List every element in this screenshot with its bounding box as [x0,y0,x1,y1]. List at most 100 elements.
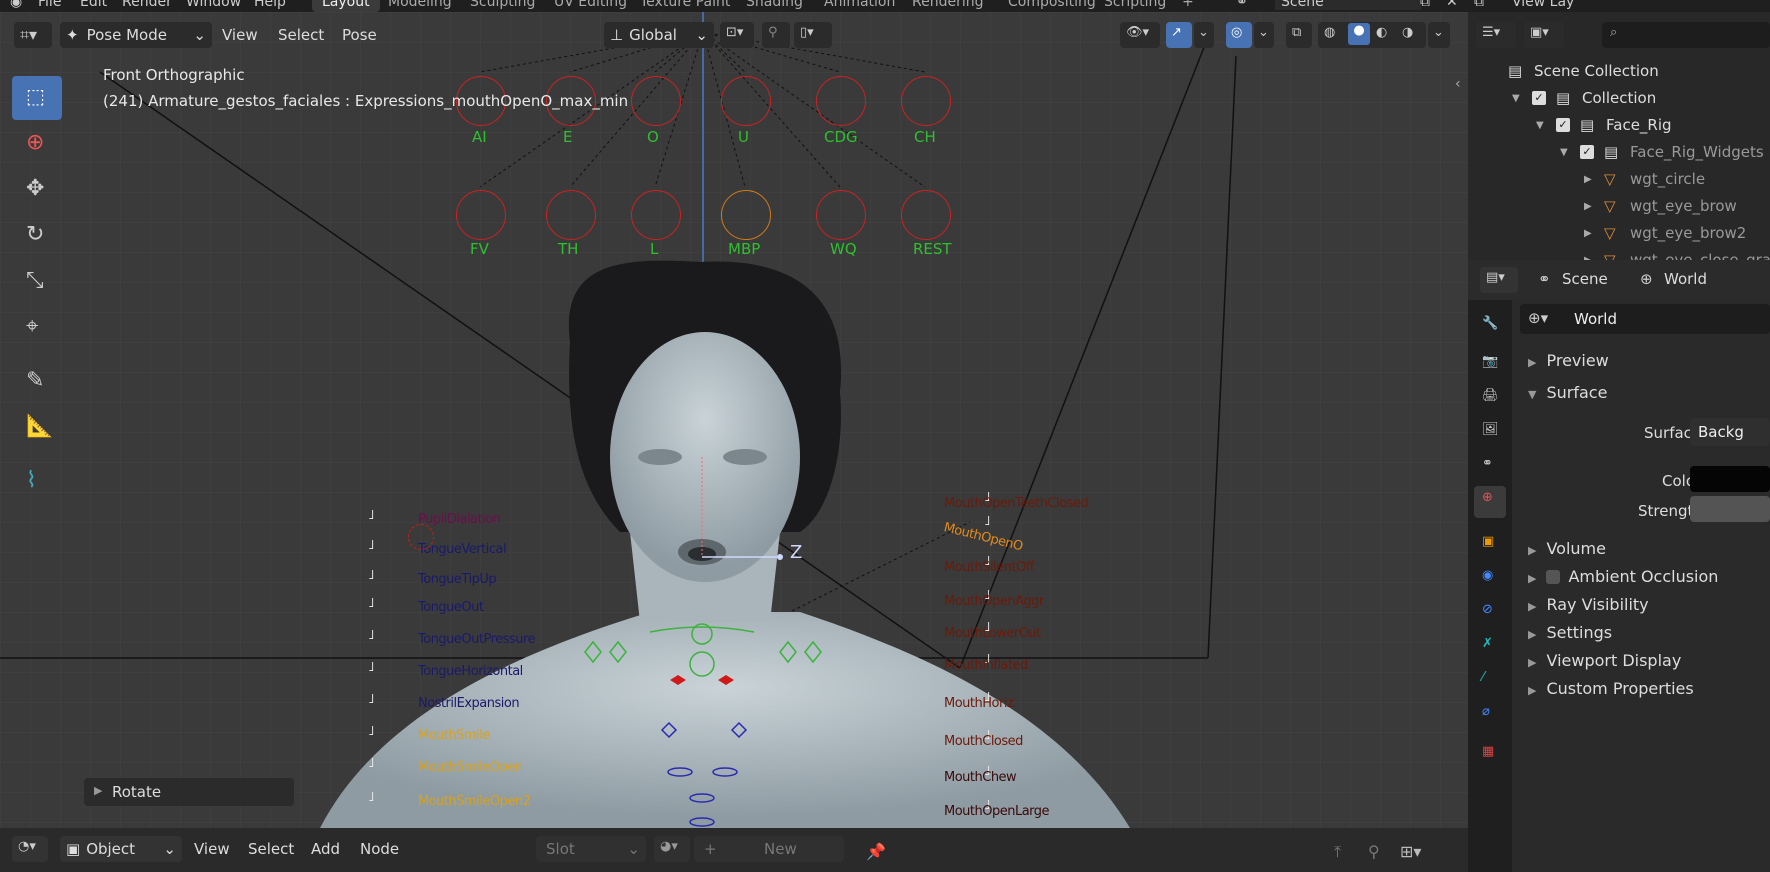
object-tab-icon[interactable]: ▣ [1474,530,1506,562]
close-scene-icon[interactable]: ✕ [1446,0,1458,10]
context-tab-world[interactable]: World [1664,270,1707,288]
measure-icon[interactable]: 📐 [12,406,62,450]
bone-label[interactable]: MouthSmile [418,728,490,743]
bone-label[interactable]: TongueHorizontal [418,664,523,679]
parent-node-icon[interactable]: ⤒ [1334,842,1341,862]
tab-scripting[interactable]: Scripting [1094,0,1176,12]
menu-view[interactable]: View [222,22,258,48]
snap-icon[interactable]: ⚲ [762,22,790,48]
view-layer-icon[interactable]: ⧉ [1474,0,1484,10]
phoneme-control-mbp[interactable] [721,190,771,240]
display-mode-icon[interactable]: ▣▾ [1524,22,1564,48]
scene-icon[interactable]: ⚭ [1236,0,1248,10]
scene-context-icon[interactable]: ⚭ [1538,270,1551,288]
chevron-down-icon[interactable]: ▼ [1560,139,1568,166]
transform-icon[interactable]: ⌖ [12,306,62,350]
armature-tab-icon[interactable]: ✗ [1474,632,1506,664]
phoneme-control-ch[interactable] [901,76,951,126]
panel-preview[interactable]: ▶ Preview [1528,346,1770,376]
context-tab-scene[interactable]: Scene [1562,270,1608,288]
3d-viewport[interactable]: AI E O U CDG CH FV TH L MBP WQ REST ˩ Pup… [0,12,1468,828]
panel-ray-visibility[interactable]: ▶ Ray Visibility [1528,590,1770,620]
snap-options-icon[interactable]: ⊞▾ [1400,842,1421,861]
output-tab-icon[interactable]: 🖨 [1474,384,1506,416]
outliner-item[interactable]: ▤ Scene Collection [1468,58,1770,85]
menu-view[interactable]: View [194,836,230,862]
panel-ambient-occlusion[interactable]: ▶ Ambient Occlusion [1528,562,1770,592]
menu-edit[interactable]: Edit [80,0,107,10]
bone-label[interactable]: MouthOpenLarge [944,804,1050,819]
snap-icon[interactable]: ⚲ [1368,842,1380,861]
tab-texture-paint[interactable]: Texture Paint [630,0,740,12]
tab-sculpting[interactable]: Sculpting [460,0,545,12]
outliner-editor-type-icon[interactable]: ☰▾ [1476,22,1516,48]
wireframe-shading-icon[interactable]: ◍ [1324,25,1335,40]
phoneme-control-th[interactable] [546,190,596,240]
menu-pose[interactable]: Pose [342,22,377,48]
rendered-shading-icon[interactable]: ◑ [1402,25,1413,40]
surface-shader-dropdown[interactable]: Backg [1690,418,1770,446]
view-layer-selector[interactable]: View Lay [1512,0,1574,10]
shading-dropdown-icon[interactable]: ⌄ [1428,22,1450,48]
bone-label[interactable]: NostrilExpansion [418,696,520,711]
editor-type-icon[interactable]: ⌗▾ [14,22,52,48]
bone-handle-icon[interactable]: ˩ [368,628,374,643]
cursor-icon[interactable]: ⊕ [12,122,62,166]
outliner-item[interactable]: ▶ ▽ wgt_circle [1468,166,1770,193]
bone-tab-icon[interactable]: ⁄ [1474,666,1506,698]
outliner-search-input[interactable]: ⌕ [1602,22,1770,48]
scene-tab-icon[interactable]: ⚭ [1474,452,1506,484]
mode-dropdown[interactable]: ✦ Pose Mode ⌄ [60,22,212,48]
bone-handle-icon[interactable]: ˩ [368,724,374,739]
bone-envelope-icon[interactable]: ⌇ [12,460,62,504]
bone-label[interactable]: PupilDialation [418,512,501,527]
menu-file[interactable]: File [38,0,61,10]
bone-label[interactable]: TongueOut [418,600,484,615]
object-type-dropdown[interactable]: ▣ Object ⌄ [60,836,182,862]
chevron-right-icon[interactable]: ▶ [1584,220,1592,247]
menu-select[interactable]: Select [248,836,294,862]
bone-label[interactable]: MouthLowerOut [944,626,1041,641]
material-browse-icon[interactable]: ◕▾ [654,836,690,862]
material-preview-icon[interactable]: ◐ [1376,25,1387,40]
bone-handle-icon[interactable]: ˩ [368,660,374,675]
bone-handle-icon[interactable]: ˩ [368,508,374,523]
bone-label[interactable]: MouthClosed [944,734,1023,749]
chevron-right-icon[interactable]: ▶ [1584,193,1592,220]
tongue-control-selected[interactable] [408,524,434,550]
slot-dropdown[interactable]: Slot ⌄ [536,836,646,862]
solid-shading-icon[interactable]: ● [1348,23,1370,45]
properties-editor-type-icon[interactable]: ▤▾ [1480,267,1518,293]
outliner-item[interactable]: ▼ ✓ ▤ Face_Rig_Widgets [1468,139,1770,166]
outliner-item[interactable]: ▼ ✓ ▤ Face_Rig [1468,112,1770,139]
menu-add[interactable]: Add [311,836,340,862]
render-tab-icon[interactable]: 📷 [1474,350,1506,382]
ambient-occlusion-checkbox[interactable] [1546,570,1561,584]
overlays-dropdown-icon[interactable]: ⌄ [1254,22,1274,48]
blender-logo-icon[interactable]: ◉ [10,0,22,10]
xray-toggle-icon[interactable]: ⧉ [1286,22,1312,48]
gizmo-toggle-icon[interactable]: ↗ [1166,22,1192,48]
bone-handle-icon[interactable]: ˩ [368,568,374,583]
menu-window[interactable]: Window [186,0,241,10]
bone-handle-icon[interactable]: ˩ [984,514,990,529]
bone-handle-icon[interactable]: ˩ [368,756,374,771]
add-workspace-button[interactable]: + [1172,0,1204,12]
bone-handle-icon[interactable]: ˩ [368,692,374,707]
move-icon[interactable]: ✥ [12,168,62,212]
outliner-item[interactable]: ▼ ✓ ▤ Collection [1468,85,1770,112]
bone-label[interactable]: MouthSmileOpen [418,760,523,775]
bone-constraint-tab-icon[interactable]: ⌀ [1474,700,1506,732]
tool-tab-icon[interactable]: 🔧 [1474,312,1506,344]
new-scene-icon[interactable]: ⧉ [1420,0,1430,10]
bone-label[interactable]: TongueTipUp [418,572,497,587]
menu-render[interactable]: Render [122,0,172,10]
bone-handle-icon[interactable]: ˩ [368,538,374,553]
bone-handle-icon[interactable]: ˩ [368,790,374,805]
view-layer-tab-icon[interactable]: 🖼 [1474,418,1506,450]
menu-help[interactable]: Help [254,0,286,10]
last-operator-panel[interactable]: ▶ Rotate [84,778,294,806]
phoneme-control-u[interactable] [721,76,771,126]
chevron-down-icon[interactable]: ▼ [1536,112,1544,139]
bone-label[interactable]: MouthOpenAggr [944,594,1044,609]
